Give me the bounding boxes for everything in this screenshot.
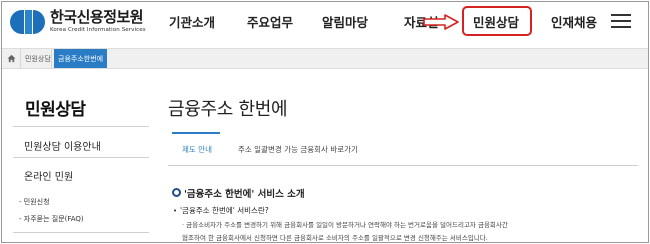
annotation-highlight-box	[462, 6, 532, 36]
site-header: 한국신용정보원 Korea Credit Information Service…	[2, 2, 648, 42]
home-icon[interactable]	[2, 49, 21, 68]
nav-item-notice[interactable]: 알림마당	[322, 12, 368, 31]
sidebar-title: 민원상담	[25, 100, 86, 120]
section-title: '금융주소 한번에' 서비스 소개	[184, 189, 305, 200]
nav-item-recruit[interactable]: 인재채용	[551, 12, 597, 31]
menu-icon[interactable]	[611, 14, 631, 28]
sidebar-subitem-faq[interactable]: - 자주묻는 질문(FAQ)	[19, 214, 84, 224]
section-circle-icon	[172, 188, 181, 197]
sidebar-subitem-apply[interactable]: - 민원신청	[19, 197, 50, 207]
description-line-1: · 금융소비자가 주소를 변경하기 위해 금융회사를 일일이 방문하거나 연락해…	[182, 221, 508, 229]
tab-company-list[interactable]: 주소 일괄변경 가능 금융회사 바로가기	[238, 144, 358, 155]
bullet-icon: •	[173, 207, 178, 215]
page-title: 금융주소 한번에	[168, 99, 288, 120]
breadcrumb-item-current[interactable]: 금융주소한번에	[54, 49, 108, 68]
description-line-2: 협조하여 한 금융회사에서 신청하면 다른 금융회사로 소비자의 주소를 일괄적…	[182, 234, 488, 242]
site-logo[interactable]: 한국신용정보원 Korea Credit Information Service…	[10, 7, 146, 37]
nav-item-business[interactable]: 주요업무	[247, 12, 293, 31]
annotation-arrow-icon	[423, 14, 459, 30]
logo-name-en: Korea Credit Information Services	[50, 27, 146, 34]
logo-name-ko: 한국신용정보원	[50, 8, 144, 27]
nav-item-about[interactable]: 기관소개	[169, 12, 215, 31]
screenshot-frame: 한국신용정보원 Korea Credit Information Service…	[1, 1, 649, 243]
breadcrumb-item-civil-service[interactable]: 민원상담	[25, 54, 51, 64]
logo-mark-icon	[10, 8, 46, 36]
sidebar-item-online[interactable]: 온라인 민원	[24, 168, 73, 183]
tab-guide[interactable]: 제도 안내	[182, 144, 212, 155]
question-heading: '금융주소 한번에' 서비스란?	[180, 206, 269, 215]
sidebar-item-guide[interactable]: 민원상담 이용안내	[24, 138, 101, 153]
breadcrumb: 민원상담 금융주소한번에	[2, 48, 648, 69]
